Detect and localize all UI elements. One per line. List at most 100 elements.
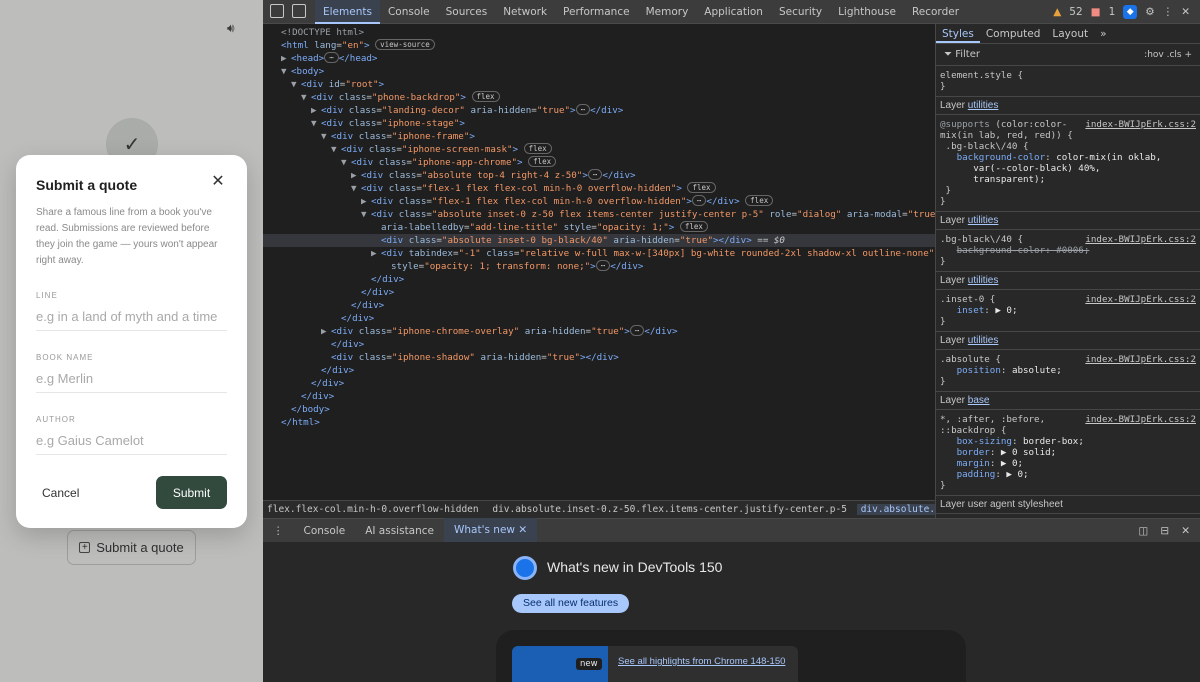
- dom-node[interactable]: ▶ <div class="absolute top-4 right-4 z-50…: [263, 169, 935, 182]
- dom-node[interactable]: </div>: [263, 273, 935, 286]
- dom-node[interactable]: ▶ <div class="iphone-chrome-overlay" aria…: [263, 325, 935, 338]
- device-toolbar-icon[interactable]: [292, 4, 306, 18]
- dom-node[interactable]: ▶ <div tabindex="-1" class="relative w-fu…: [263, 247, 935, 260]
- dom-node[interactable]: </div>: [263, 377, 935, 390]
- filter-icon: ⏷: [944, 49, 956, 60]
- tab-application[interactable]: Application: [696, 0, 771, 24]
- line-input[interactable]: e.g in a land of myth and a time: [36, 309, 227, 331]
- dom-node[interactable]: ▼ <div class="iphone-app-chrome"> flex: [263, 156, 935, 169]
- tab-computed[interactable]: Computed: [980, 24, 1047, 43]
- highlights-item[interactable]: new See all highlights from Chrome 148-1…: [512, 646, 798, 682]
- dom-node[interactable]: style="opacity: 1; transform: none;"> ⋯ </…: [263, 260, 935, 273]
- dom-node[interactable]: </div>: [263, 338, 935, 351]
- dom-node[interactable]: aria-labelledby="add-line-title" style="…: [263, 221, 935, 234]
- drawer-tab-console[interactable]: Console: [294, 519, 356, 543]
- css-source-link[interactable]: index-BWIJpErk.css:2: [1085, 294, 1196, 305]
- dom-node[interactable]: </div>: [263, 364, 935, 377]
- dom-node[interactable]: ▼ <div class="iphone-screen-mask"> flex: [263, 143, 935, 156]
- dom-node[interactable]: ▼ <div class="absolute inset-0 z-50 flex …: [263, 208, 935, 221]
- dom-node[interactable]: ▼ <div class="iphone-frame">: [263, 130, 935, 143]
- layer-utilities-label: Layer utilities: [936, 212, 1200, 230]
- cancel-button[interactable]: Cancel: [42, 486, 79, 500]
- tab-memory[interactable]: Memory: [638, 0, 697, 24]
- whats-new-panel: What's new in DevTools 150 See all new f…: [263, 542, 1200, 682]
- filter-options[interactable]: :hov .cls +: [1144, 44, 1192, 66]
- author-label: AUTHOR: [36, 415, 76, 424]
- drawer-tab-ai-assistance[interactable]: AI assistance: [355, 519, 444, 543]
- more-tabs-icon[interactable]: »: [1094, 24, 1112, 43]
- drawer-tab-whats-new[interactable]: What's new ✕: [444, 517, 538, 544]
- warning-icon[interactable]: ▲: [1053, 6, 1061, 18]
- tab-styles[interactable]: Styles: [936, 24, 980, 43]
- dom-node[interactable]: ▶ <head> ⋯ </head>: [263, 52, 935, 65]
- tab-performance[interactable]: Performance: [555, 0, 638, 24]
- dom-node[interactable]: ▶ <div class="landing-decor" aria-hidden=…: [263, 104, 935, 117]
- dom-node[interactable]: </div>: [263, 286, 935, 299]
- drawer-menu-icon[interactable]: ⋮: [263, 519, 294, 543]
- styles-tabs: Styles Computed Layout »: [936, 24, 1200, 44]
- background-submit-label: Submit a quote: [96, 540, 184, 555]
- tab-network[interactable]: Network: [495, 0, 555, 24]
- dom-node[interactable]: </div>: [263, 299, 935, 312]
- see-all-new-features-button[interactable]: See all new features: [512, 594, 630, 613]
- settings-icon[interactable]: ⚙: [1145, 6, 1154, 18]
- dom-node[interactable]: ▶ <div class="flex-1 flex flex-col min-h-…: [263, 195, 935, 208]
- dom-node[interactable]: ▼ <div class="iphone-stage">: [263, 117, 935, 130]
- css-source-link[interactable]: index-BWIJpErk.css:2: [1085, 119, 1196, 130]
- more-menu-icon[interactable]: ⋮: [1163, 6, 1174, 18]
- submit-button[interactable]: Submit: [156, 476, 227, 509]
- dom-node[interactable]: </html>: [263, 416, 935, 429]
- tab-sources[interactable]: Sources: [438, 0, 496, 24]
- plus-square-icon: +: [79, 542, 91, 553]
- inspect-element-icon[interactable]: [270, 4, 284, 18]
- tab-console[interactable]: Console: [380, 0, 438, 24]
- breadcrumb-item[interactable]: div.absolute.inset-0.z-50.flex.items-cen…: [488, 504, 851, 515]
- breadcrumb-item[interactable]: flex.flex-col.min-h-0.overflow-hidden: [263, 504, 483, 515]
- error-icon[interactable]: ■: [1091, 6, 1101, 18]
- layer-utilities-label: Layer utilities: [936, 97, 1200, 115]
- author-input[interactable]: e.g Gaius Camelot: [36, 433, 227, 455]
- highlights-card: new See all highlights from Chrome 148-1…: [496, 630, 966, 682]
- tab-security[interactable]: Security: [771, 0, 830, 24]
- filter-placeholder: Filter: [955, 49, 980, 60]
- warning-count[interactable]: 52: [1069, 6, 1082, 18]
- close-drawer-icon[interactable]: ✕: [1181, 525, 1190, 537]
- styles-filter-input[interactable]: ⏷ Filter :hov .cls +: [936, 44, 1200, 66]
- undock-drawer-icon[interactable]: ⊟: [1160, 525, 1169, 537]
- tab-elements[interactable]: Elements: [315, 0, 380, 24]
- book-name-input[interactable]: e.g Merlin: [36, 371, 227, 393]
- dom-node[interactable]: ▼ <body>: [263, 65, 935, 78]
- dom-node[interactable]: </div>: [263, 390, 935, 403]
- close-devtools-icon[interactable]: ✕: [1181, 6, 1190, 18]
- dom-node[interactable]: ▼ <div class="phone-backdrop"> flex: [263, 91, 935, 104]
- dom-node[interactable]: ▼ <div class="flex-1 flex flex-col min-h-…: [263, 182, 935, 195]
- dom-node[interactable]: </body>: [263, 403, 935, 416]
- css-source-link[interactable]: index-BWIJpErk.css:2: [1085, 354, 1196, 365]
- close-icon[interactable]: ✕: [211, 174, 225, 190]
- dom-node-selected[interactable]: <div class="absolute inset-0 bg-black/40…: [263, 234, 935, 247]
- dom-node[interactable]: <!DOCTYPE html>: [263, 26, 935, 39]
- dom-node[interactable]: ▼ <div id="root">: [263, 78, 935, 91]
- elements-dom-tree: <!DOCTYPE html> <html lang="en"> view-sou…: [263, 24, 935, 500]
- css-source-link[interactable]: index-BWIJpErk.css:2: [1085, 414, 1196, 425]
- dom-node[interactable]: </div>: [263, 312, 935, 325]
- devtools-tabbar: Elements Console Sources Network Performance…: [263, 0, 1200, 24]
- layer-user-agent-label: Layer user agent stylesheet: [936, 496, 1200, 514]
- ai-icon[interactable]: ◆: [1123, 5, 1138, 19]
- css-rule-inset: index-BWIJpErk.css:2 .inset-0 { inset: ▶…: [936, 290, 1200, 332]
- dialog-description: Share a famous line from a book you've r…: [36, 207, 218, 266]
- tab-recorder[interactable]: Recorder: [904, 0, 967, 24]
- error-count[interactable]: 1: [1109, 6, 1116, 18]
- speaker-icon[interactable]: 🔊︎: [227, 22, 241, 34]
- layer-utilities-label: Layer utilities: [936, 332, 1200, 350]
- css-source-link[interactable]: index-BWIJpErk.css:2: [1085, 234, 1196, 245]
- tab-layout[interactable]: Layout: [1046, 24, 1094, 43]
- dom-node[interactable]: <div class="iphone-shadow" aria-hidden="…: [263, 351, 935, 364]
- dock-side-icon[interactable]: ◫: [1138, 525, 1148, 537]
- new-badge: new: [576, 658, 602, 670]
- background-submit-quote-button[interactable]: + Submit a quote: [67, 530, 196, 565]
- tab-lighthouse[interactable]: Lighthouse: [830, 0, 904, 24]
- highlights-link[interactable]: See all highlights from Chrome 148-150: [618, 656, 785, 667]
- breadcrumb-item-current[interactable]: div.absolute.inset-0.bg-black\/40: [856, 504, 935, 515]
- dom-node[interactable]: <html lang="en"> view-source: [263, 39, 935, 52]
